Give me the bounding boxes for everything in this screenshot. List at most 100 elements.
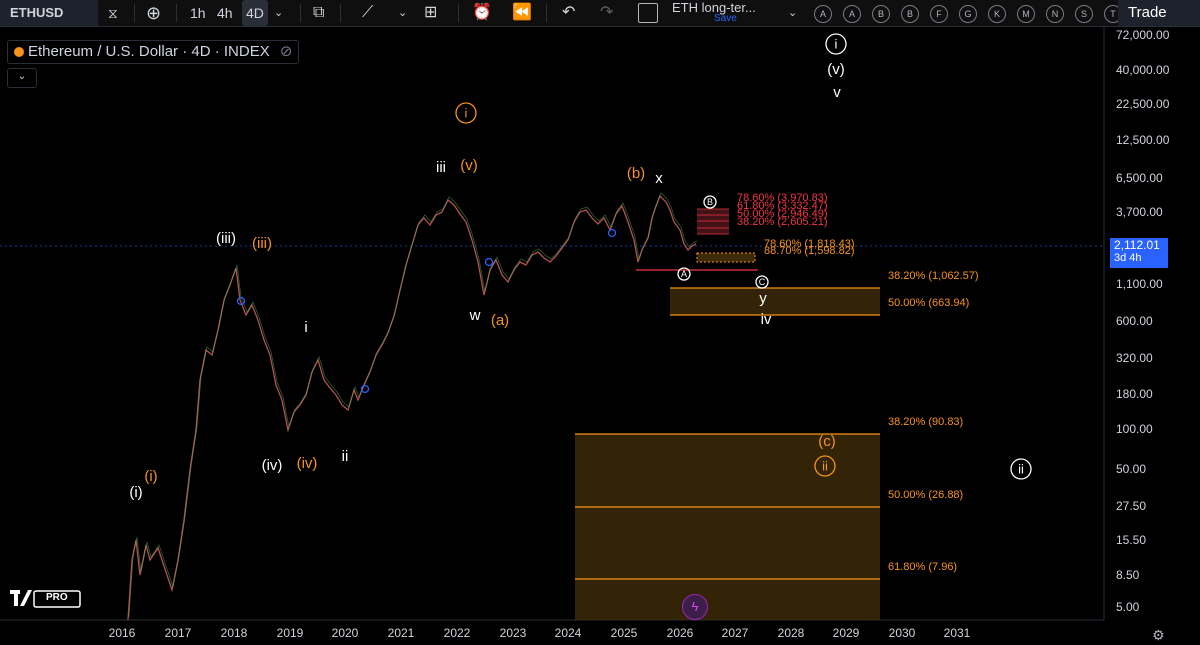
bar-countdown: 3d 4h: [1114, 252, 1142, 264]
price-tick-label: 27.50: [1116, 499, 1146, 513]
alert-letter-icon[interactable]: A: [843, 5, 861, 23]
wave-label: (iv): [262, 457, 283, 474]
timeframe-4h[interactable]: 4h: [217, 0, 233, 26]
price-tick-label: 600.00: [1116, 314, 1153, 328]
divider: [458, 4, 459, 22]
divider: [176, 4, 177, 22]
time-tick-label: 2028: [778, 626, 805, 640]
time-tick-label: 2031: [944, 626, 971, 640]
time-tick-label: 2020: [332, 626, 359, 640]
undo-icon[interactable]: ↶: [562, 0, 575, 26]
candle-icon[interactable]: ⧉: [313, 0, 324, 26]
alert-letter-icon[interactable]: F: [930, 5, 948, 23]
wave-label: (c): [818, 433, 836, 450]
signal-marker: [607, 228, 617, 238]
alert-letter-icon[interactable]: S: [1075, 5, 1093, 23]
wave-label: (iv): [297, 455, 318, 472]
chevron-down-icon[interactable]: ⌄: [788, 0, 797, 26]
price-chart[interactable]: 72,000.00 40,000.00 22,500.00 12,500.00 6,50…: [0, 27, 1200, 645]
time-tick-label: 2017: [165, 626, 192, 640]
divider: [546, 4, 547, 22]
fib-upper-box: [697, 209, 729, 234]
fib-support-box: [670, 288, 880, 315]
price-tick-label: 6,500.00: [1116, 171, 1163, 185]
redo-icon[interactable]: ↷: [600, 0, 613, 26]
trade-button[interactable]: Trade: [1118, 0, 1200, 26]
price-tick-label: 100.00: [1116, 422, 1153, 436]
circled-wave-label: B: [707, 197, 713, 207]
indicator-icon[interactable]: ⟋: [362, 0, 373, 26]
time-tick-label: 2018: [221, 626, 248, 640]
current-price: 2,112.01: [1114, 238, 1160, 252]
price-tick-label: 40,000.00: [1116, 63, 1170, 77]
fib-deep-label: 38.20% (90.83): [888, 416, 963, 428]
wave-label: i: [304, 319, 307, 336]
divider: [340, 4, 341, 22]
replay-icon[interactable]: ⏪: [512, 0, 532, 26]
current-price-label: 2,112.01 3d 4h: [1110, 238, 1168, 268]
wave-label: iv: [761, 311, 772, 328]
time-tick-label: 2023: [500, 626, 527, 640]
circled-wave-label: ii: [822, 459, 828, 474]
alert-letter-icon[interactable]: K: [988, 5, 1006, 23]
plus-icon[interactable]: ⊕: [146, 0, 161, 26]
gear-icon[interactable]: ⚙: [1152, 627, 1165, 644]
alert-letter-icon[interactable]: B: [872, 5, 890, 23]
wave-label: (v): [827, 61, 845, 78]
save-status[interactable]: Save: [714, 13, 737, 24]
circled-wave-label: i: [465, 106, 468, 121]
price-tick-label: 72,000.00: [1116, 28, 1170, 42]
wave-label: y: [759, 290, 767, 307]
timeframe-4d[interactable]: 4D: [242, 0, 268, 26]
time-tick-label: 2029: [833, 626, 860, 640]
wave-label: (i): [144, 468, 157, 485]
circled-wave-label: i: [835, 37, 838, 52]
time-tick-label: 2016: [109, 626, 136, 640]
timeframe-1h[interactable]: 1h: [190, 0, 206, 26]
time-tick-label: 2024: [555, 626, 582, 640]
wave-label: (iii): [216, 230, 236, 247]
signal-marker: [484, 257, 494, 267]
fib-upper-label: 38.20% (2,605.21): [737, 216, 828, 228]
circled-wave-label: A: [681, 269, 687, 279]
fullscreen-icon[interactable]: [638, 3, 658, 23]
chevron-down-icon[interactable]: ⌄: [398, 0, 407, 26]
logo-text: PRO: [46, 592, 68, 603]
chevron-down-icon[interactable]: ⌄: [274, 0, 283, 26]
alert-letter-icon[interactable]: G: [959, 5, 977, 23]
wave-label: (a): [491, 312, 509, 329]
fib-deep-label: 50.00% (26.88): [888, 489, 963, 501]
divider: [134, 4, 135, 22]
time-tick-label: 2022: [444, 626, 471, 640]
chevron-down-icon[interactable]: ⧖: [108, 0, 118, 26]
alert-letter-icon[interactable]: A: [814, 5, 832, 23]
price-tick-label: 320.00: [1116, 351, 1153, 365]
wave-label: (b): [627, 165, 645, 182]
layout-icon[interactable]: ⊞: [424, 0, 437, 26]
price-tick-label: 22,500.00: [1116, 97, 1170, 111]
price-tick-label: 5.00: [1116, 600, 1140, 614]
time-tick-label: 2026: [667, 626, 694, 640]
alert-letter-icon[interactable]: N: [1046, 5, 1064, 23]
alert-letter-icon[interactable]: B: [901, 5, 919, 23]
fib-support-label: 50.00% (663.94): [888, 297, 969, 309]
price-tick-label: 8.50: [1116, 568, 1140, 582]
symbol-search[interactable]: ETHUSD: [0, 0, 98, 26]
price-tick-label: 3,700.00: [1116, 205, 1163, 219]
time-tick-label: 2030: [889, 626, 916, 640]
fib-mid-box: [696, 252, 756, 263]
price-tick-label: 50.00: [1116, 462, 1146, 476]
time-tick-label: 2027: [722, 626, 749, 640]
lightning-icon[interactable]: ϟ: [682, 594, 708, 620]
time-tick-label: 2019: [277, 626, 304, 640]
fib-support-label: 38.20% (1,062.57): [888, 270, 979, 282]
wave-label: x: [655, 170, 663, 187]
wave-label: (v): [460, 157, 478, 174]
wave-label: (i): [129, 484, 142, 501]
time-tick-label: 2021: [388, 626, 415, 640]
price-tick-label: 1,100.00: [1116, 277, 1163, 291]
alert-icon[interactable]: ⏰: [472, 0, 492, 26]
alert-letter-icon[interactable]: M: [1017, 5, 1035, 23]
wave-label: w: [469, 307, 481, 324]
top-toolbar: ETHUSD ⧖ ⊕ 1h 4h 4D ⌄ ⧉ ⟋ ⌄ ⊞ ⏰ ⏪ ↶ ↷ ET…: [0, 0, 1200, 27]
